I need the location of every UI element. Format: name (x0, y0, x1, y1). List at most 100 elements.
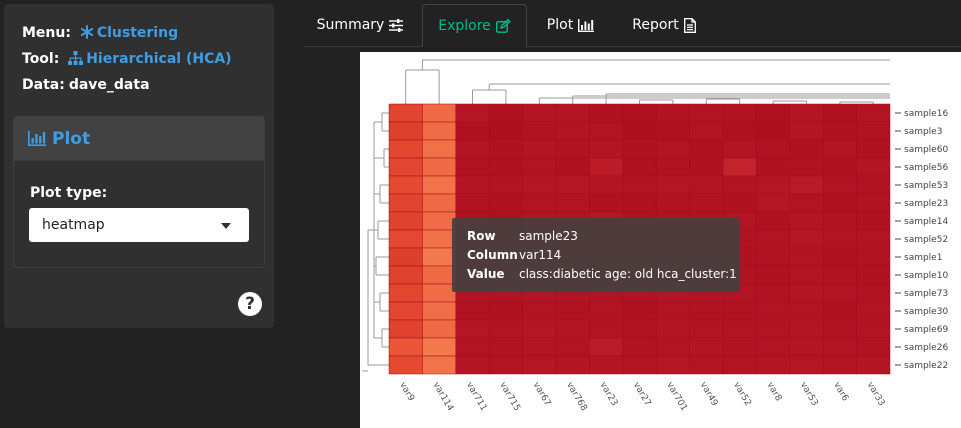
heatmap-cell[interactable] (388, 355, 423, 375)
heatmap-cell[interactable] (522, 301, 557, 321)
heatmap-cell[interactable] (655, 355, 690, 375)
heatmap-cell[interactable] (422, 175, 457, 195)
heatmap-cell[interactable] (856, 157, 891, 177)
tab-report[interactable]: Report (614, 4, 714, 46)
heatmap-cell[interactable] (555, 193, 590, 213)
heatmap-cell[interactable] (822, 175, 857, 195)
heatmap-cell[interactable] (822, 247, 857, 267)
heatmap-cell[interactable] (689, 157, 724, 177)
heatmap-cell[interactable] (388, 139, 423, 159)
heatmap-cell[interactable] (388, 121, 423, 141)
heatmap-cell[interactable] (522, 121, 557, 141)
heatmap-cell[interactable] (388, 103, 423, 123)
heatmap-cell[interactable] (522, 193, 557, 213)
heatmap-cell[interactable] (488, 139, 523, 159)
heatmap-cell[interactable] (856, 211, 891, 231)
heatmap-cell[interactable] (689, 355, 724, 375)
heatmap-cell[interactable] (488, 319, 523, 339)
heatmap-cell[interactable] (856, 193, 891, 213)
heatmap-cell[interactable] (589, 139, 624, 159)
heatmap-cell[interactable] (689, 193, 724, 213)
heatmap-cell[interactable] (455, 355, 490, 375)
heatmap-cell[interactable] (822, 157, 857, 177)
menu-value-link[interactable]: Clustering (97, 25, 178, 41)
heatmap-cell[interactable] (455, 193, 490, 213)
heatmap-cell[interactable] (388, 337, 423, 357)
heatmap-cell[interactable] (756, 103, 791, 123)
heatmap-cell[interactable] (422, 319, 457, 339)
heatmap-cell[interactable] (789, 247, 824, 267)
heatmap-cell[interactable] (756, 247, 791, 267)
heatmap-cell[interactable] (789, 211, 824, 231)
heatmap-cell[interactable] (756, 121, 791, 141)
tab-plot[interactable]: Plot (533, 4, 608, 46)
heatmap-cell[interactable] (388, 301, 423, 321)
tab-summary[interactable]: Summary (304, 4, 416, 46)
heatmap-cell[interactable] (422, 283, 457, 303)
heatmap-cell[interactable] (522, 103, 557, 123)
heatmap-cell[interactable] (689, 175, 724, 195)
heatmap-cell[interactable] (488, 193, 523, 213)
heatmap-cell[interactable] (622, 301, 657, 321)
heatmap-cell[interactable] (589, 355, 624, 375)
heatmap-cell[interactable] (589, 175, 624, 195)
heatmap-cell[interactable] (622, 355, 657, 375)
heatmap-cell[interactable] (789, 103, 824, 123)
heatmap-cell[interactable] (856, 175, 891, 195)
heatmap-cell[interactable] (589, 121, 624, 141)
heatmap-cell[interactable] (422, 139, 457, 159)
heatmap-cell[interactable] (455, 175, 490, 195)
heatmap-cell[interactable] (756, 301, 791, 321)
heatmap-cell[interactable] (522, 157, 557, 177)
heatmap-cell[interactable] (422, 355, 457, 375)
heatmap-cell[interactable] (756, 355, 791, 375)
heatmap-cell[interactable] (488, 103, 523, 123)
heatmap-cell[interactable] (722, 139, 757, 159)
heatmap-cell[interactable] (822, 103, 857, 123)
heatmap-cell[interactable] (622, 337, 657, 357)
heatmap-cell[interactable] (856, 319, 891, 339)
heatmap-cell[interactable] (756, 337, 791, 357)
heatmap-cell[interactable] (622, 157, 657, 177)
heatmap-cell[interactable] (455, 301, 490, 321)
heatmap-cell[interactable] (455, 103, 490, 123)
heatmap-cell[interactable] (822, 211, 857, 231)
heatmap-cell[interactable] (756, 211, 791, 231)
heatmap-cell[interactable] (722, 301, 757, 321)
heatmap-cell[interactable] (622, 139, 657, 159)
heatmap-cell[interactable] (622, 175, 657, 195)
heatmap-cell[interactable] (789, 193, 824, 213)
heatmap-cell[interactable] (589, 337, 624, 357)
heatmap-cell[interactable] (689, 121, 724, 141)
heatmap-cell[interactable] (856, 121, 891, 141)
heatmap-cell[interactable] (689, 301, 724, 321)
heatmap-cell[interactable] (822, 229, 857, 249)
heatmap-cell[interactable] (655, 139, 690, 159)
heatmap-cell[interactable] (789, 337, 824, 357)
heatmap-cell[interactable] (422, 265, 457, 285)
heatmap-cell[interactable] (522, 139, 557, 159)
heatmap-cell[interactable] (822, 301, 857, 321)
tool-value-link[interactable]: Hierarchical (HCA) (86, 51, 231, 67)
tab-explore[interactable]: Explore (422, 4, 527, 47)
heatmap-cell[interactable] (789, 121, 824, 141)
heatmap-cell[interactable] (789, 229, 824, 249)
heatmap-cell[interactable] (689, 103, 724, 123)
heatmap-cell[interactable] (689, 319, 724, 339)
heatmap-cell[interactable] (655, 175, 690, 195)
heatmap-cell[interactable] (589, 157, 624, 177)
heatmap-cell[interactable] (722, 103, 757, 123)
heatmap-cell[interactable] (756, 229, 791, 249)
heatmap-cell[interactable] (655, 301, 690, 321)
heatmap-cell[interactable] (555, 157, 590, 177)
heatmap-cell[interactable] (822, 355, 857, 375)
heatmap-cell[interactable] (789, 265, 824, 285)
heatmap-cell[interactable] (455, 121, 490, 141)
heatmap-cell[interactable] (388, 319, 423, 339)
heatmap-cell[interactable] (856, 265, 891, 285)
heatmap-cell[interactable] (756, 319, 791, 339)
heatmap-cell[interactable] (455, 337, 490, 357)
heatmap-cell[interactable] (722, 193, 757, 213)
heatmap-cell[interactable] (789, 319, 824, 339)
heatmap-cell[interactable] (655, 337, 690, 357)
